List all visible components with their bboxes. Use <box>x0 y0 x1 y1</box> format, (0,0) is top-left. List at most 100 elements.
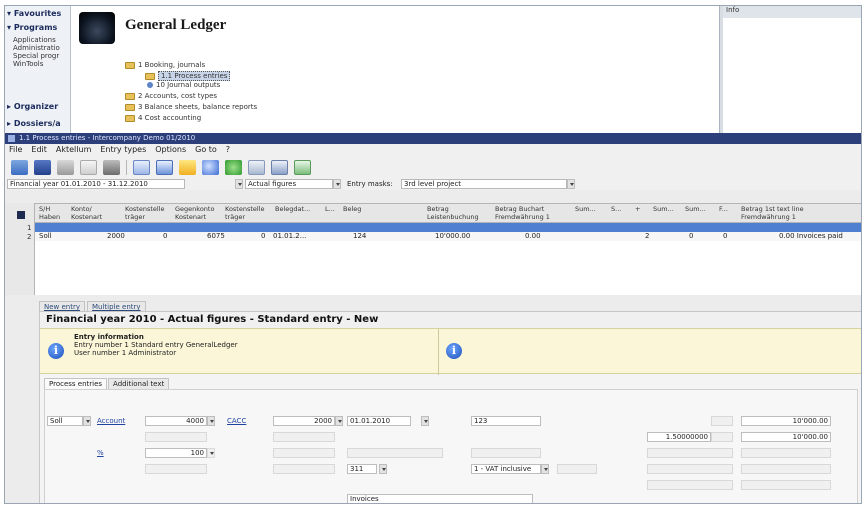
row-number: 2 <box>27 233 32 241</box>
col-sum-2[interactable]: Sum... <box>653 205 674 213</box>
col-plus[interactable]: + <box>635 205 640 213</box>
contra-account-label[interactable]: CACC <box>227 416 246 426</box>
figures-dropdown-button[interactable] <box>333 179 341 189</box>
vat-type-select[interactable]: 1 - VAT inclusive <box>471 464 541 474</box>
disabled-field <box>145 464 207 474</box>
nav-item-special-programs[interactable]: Special progr <box>13 52 59 60</box>
account-label[interactable]: Account <box>97 416 125 426</box>
tree-node-accounts[interactable]: 2 Accounts, cost types <box>125 92 217 100</box>
debit-credit-dropdown-button[interactable] <box>83 416 91 426</box>
entry-form: Soll Account 4000 CACC 2000 01.01.2010 1… <box>44 389 858 503</box>
contra-account-stepper[interactable] <box>335 416 343 426</box>
back-icon[interactable] <box>11 159 28 175</box>
search-icon[interactable] <box>202 159 219 175</box>
tab-additional-text[interactable]: Additional text <box>108 378 170 389</box>
disabled-field <box>647 448 733 458</box>
col-contra-account[interactable]: Gegenkonto Kostenart <box>175 205 214 221</box>
tab-new-entry[interactable]: New entry <box>39 301 86 311</box>
period-select[interactable]: Financial year 01.01.2010 - 31.12.2010 <box>7 179 185 189</box>
period-dropdown-button[interactable] <box>235 179 243 189</box>
col-l[interactable]: L... <box>325 205 335 213</box>
tree-node-balance-sheets[interactable]: 3 Balance sheets, balance reports <box>125 103 257 111</box>
form-view-icon[interactable] <box>271 159 288 175</box>
col-document-date[interactable]: Belegdat... <box>275 205 310 213</box>
row-number: 1 <box>27 224 32 232</box>
col-account[interactable]: Konto/ Kostenart <box>71 205 102 221</box>
menu-go-to[interactable]: Go to <box>195 144 217 156</box>
vat-code-stepper[interactable] <box>379 464 387 474</box>
vat-type-dropdown-button[interactable] <box>541 464 549 474</box>
disabled-field <box>647 464 733 474</box>
nav-favourites[interactable]: ▾ Favourites <box>7 9 61 18</box>
col-sum-3[interactable]: Sum... <box>685 205 706 213</box>
table-row-new[interactable] <box>35 223 861 232</box>
table-row[interactable]: Soll 2000 0 6075 0 01.01.2... 124 10'000… <box>35 232 861 241</box>
chart-icon[interactable] <box>294 159 311 175</box>
percent-field[interactable]: 100 <box>145 448 207 458</box>
contra-account-field[interactable]: 2000 <box>273 416 335 426</box>
col-document[interactable]: Beleg <box>343 205 361 213</box>
col-contra-cost-center[interactable]: Kostenstelle träger <box>225 205 265 221</box>
menu-help[interactable]: ? <box>226 144 230 156</box>
menu-bar: File Edit Aktellum Entry types Options G… <box>5 144 861 156</box>
amount-fc-field[interactable]: 10'000.00 <box>741 432 831 442</box>
print-preview-icon[interactable] <box>57 159 74 175</box>
print-icon[interactable] <box>103 159 120 175</box>
account-field[interactable]: 4000 <box>145 416 207 426</box>
tree-node-process-entries[interactable]: 1.1 Process entries <box>145 71 231 81</box>
window-titlebar[interactable]: 1.1 Process entries - Intercompany Demo … <box>5 133 861 144</box>
nav-organizer[interactable]: ▸ Organizer <box>7 102 58 111</box>
nav-organizer-label: Organizer <box>13 102 59 111</box>
nav-dossiers[interactable]: ▸ Dossiers/a <box>7 119 61 128</box>
save-icon[interactable] <box>34 159 51 175</box>
tree-node-booking[interactable]: 1 Booking, journals <box>125 61 205 69</box>
document-date-field[interactable]: 01.01.2010 <box>347 416 411 426</box>
nav-item-administration[interactable]: Administratio <box>13 44 60 52</box>
menu-edit[interactable]: Edit <box>31 144 47 156</box>
menu-aktellum[interactable]: Aktellum <box>56 144 91 156</box>
list-view-icon[interactable] <box>248 159 265 175</box>
nav-item-wintools[interactable]: WinTools <box>13 60 43 68</box>
menu-entry-types[interactable]: Entry types <box>100 144 146 156</box>
col-cost-center[interactable]: Kostenstelle träger <box>125 205 165 221</box>
menu-file[interactable]: File <box>9 144 22 156</box>
tree-node-cost-accounting[interactable]: 4 Cost accounting <box>125 114 201 122</box>
cell-document: 124 <box>353 232 367 240</box>
col-amount-fc[interactable]: Betrag Buchart Fremdwährung 1 <box>495 205 550 221</box>
col-amount[interactable]: Betrag Leistenbuchung <box>427 205 479 221</box>
col-s[interactable]: S... <box>611 205 621 213</box>
refresh-icon[interactable] <box>225 159 242 175</box>
tab-multiple-entry[interactable]: Multiple entry <box>87 301 146 311</box>
tab-process-entries[interactable]: Process entries <box>44 378 108 389</box>
date-picker-button[interactable] <box>421 416 429 426</box>
figures-select[interactable]: Actual figures <box>245 179 333 189</box>
disabled-field <box>347 448 443 458</box>
tree-node-journal-outputs[interactable]: 10 Journal outputs <box>147 81 220 89</box>
document-number-field[interactable]: 123 <box>471 416 541 426</box>
tree-node-label: 4 Cost accounting <box>138 114 202 122</box>
copy-icon[interactable] <box>156 159 173 175</box>
window-icon[interactable] <box>133 159 150 175</box>
nav-programs[interactable]: ▾ Programs <box>7 23 57 32</box>
nav-item-applications[interactable]: Applications <box>13 36 56 44</box>
entry-text-field[interactable]: Invoices <box>347 494 533 503</box>
entry-mask-dropdown-button[interactable] <box>567 179 575 189</box>
account-stepper[interactable] <box>207 416 215 426</box>
project-field <box>145 432 207 442</box>
vat-code-field[interactable]: 311 <box>347 464 377 474</box>
percent-label[interactable]: % <box>97 448 104 458</box>
entry-info-line: Entry number 1 Standard entry GeneralLed… <box>74 341 238 349</box>
col-sum-1[interactable]: Sum... <box>575 205 596 213</box>
menu-options[interactable]: Options <box>155 144 186 156</box>
new-document-icon[interactable] <box>80 159 97 175</box>
debit-credit-select[interactable]: Soll <box>47 416 83 426</box>
entry-mask-select[interactable]: 3rd level project <box>401 179 567 189</box>
filter-icon[interactable] <box>179 159 196 175</box>
col-f[interactable]: F... <box>719 205 728 213</box>
screenshot-frame: ▾ Favourites ▾ Programs Applications Adm… <box>4 5 862 504</box>
exchange-rate-field[interactable]: 1.50000000 <box>647 432 711 442</box>
col-debit-credit[interactable]: S/H Haben <box>39 205 60 221</box>
col-text[interactable]: Betrag 1st text line Fremdwährung 1 <box>741 205 804 221</box>
amount-field[interactable]: 10'000.00 <box>741 416 831 426</box>
percent-stepper <box>207 448 215 458</box>
